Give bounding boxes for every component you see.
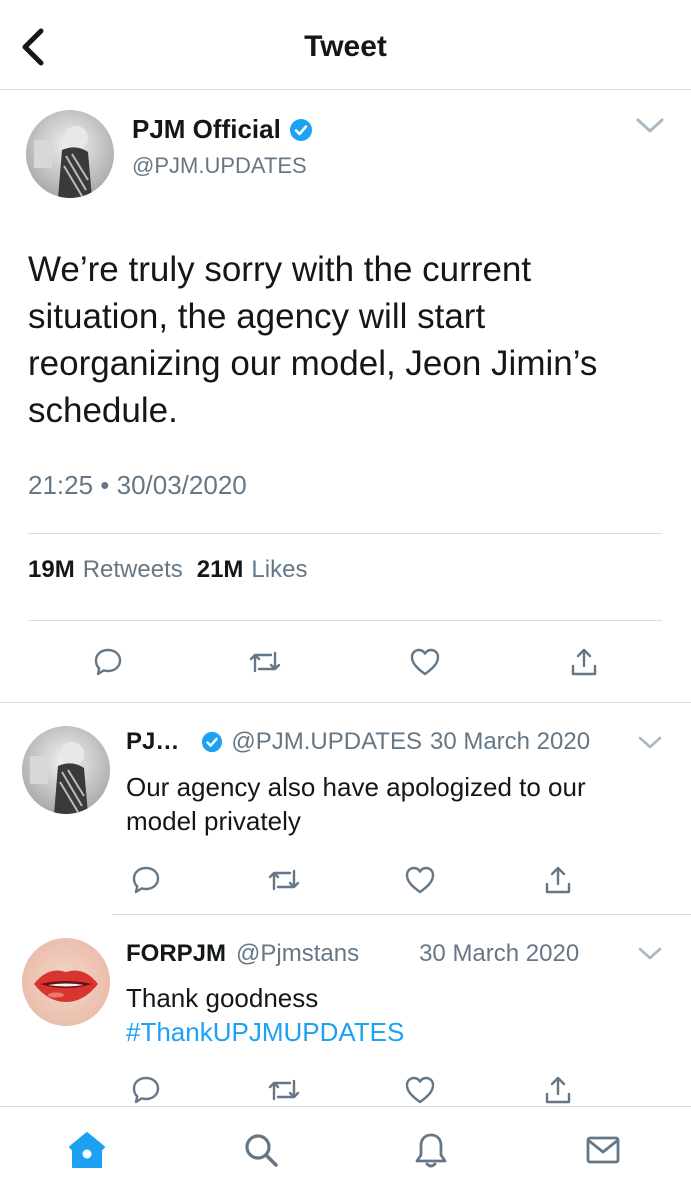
tab-home[interactable] — [62, 1125, 112, 1175]
top-bar: Tweet — [0, 0, 691, 90]
chevron-down-icon — [638, 736, 662, 749]
likes-count: 21M — [196, 556, 244, 583]
share-button[interactable] — [538, 1070, 578, 1110]
like-button[interactable] — [400, 860, 440, 900]
reply-icon — [94, 648, 122, 676]
mail-icon — [586, 1136, 620, 1164]
verified-badge-icon — [289, 118, 312, 141]
reply-divider — [112, 914, 691, 915]
reply-avatar[interactable] — [22, 938, 110, 1026]
divider — [28, 533, 662, 534]
reply-display-name[interactable]: FORPJM — [126, 940, 226, 968]
like-button[interactable] — [405, 642, 445, 682]
reply-options-button[interactable] — [636, 943, 664, 965]
retweet-icon — [268, 1079, 300, 1101]
reply-icon — [132, 866, 160, 894]
reply-button[interactable] — [126, 1070, 166, 1110]
page-title: Tweet — [304, 30, 387, 63]
reply-options-button[interactable] — [636, 732, 664, 754]
home-icon — [69, 1132, 105, 1168]
retweets-link[interactable]: Retweets — [83, 556, 183, 584]
reply-handle[interactable]: @Pjmstans — [236, 940, 359, 968]
bell-icon — [415, 1133, 447, 1168]
reply-handle[interactable]: @PJM.UPDATES — [231, 728, 422, 756]
reply-header: PJ… @PJM.UPDATES 30 March 2020 — [126, 728, 590, 756]
tab-search[interactable] — [236, 1125, 286, 1175]
author-handle[interactable]: @PJM.UPDATES — [132, 153, 307, 179]
hashtag-link[interactable]: #ThankUPJMUPDATES — [126, 1015, 646, 1049]
retweet-button[interactable] — [264, 860, 304, 900]
author-name[interactable]: PJM Official — [132, 114, 313, 145]
author-display-name: PJM Official — [132, 114, 281, 144]
retweet-icon — [249, 651, 281, 673]
retweets-count: 19M — [28, 556, 75, 583]
share-button[interactable] — [564, 642, 604, 682]
reply-button[interactable] — [126, 860, 166, 900]
reply-header: FORPJM @Pjmstans 30 March 2020 — [126, 940, 579, 968]
reply-avatar[interactable] — [22, 726, 110, 814]
tweet-options-button[interactable] — [634, 112, 666, 140]
tweet-text: We’re truly sorry with the current situa… — [28, 250, 598, 430]
share-icon — [571, 648, 597, 676]
retweet-icon — [268, 869, 300, 891]
section-divider — [0, 702, 691, 703]
reply-display-name[interactable]: PJ… — [126, 728, 179, 756]
divider — [28, 620, 662, 621]
share-button[interactable] — [538, 860, 578, 900]
retweet-button[interactable] — [264, 1070, 304, 1110]
tab-messages[interactable] — [578, 1125, 628, 1175]
share-icon — [545, 1076, 571, 1104]
reply-icon — [132, 1076, 160, 1104]
search-icon — [245, 1134, 278, 1167]
like-button[interactable] — [400, 1070, 440, 1110]
heart-icon — [405, 1076, 435, 1104]
reply-date: 30 March 2020 — [419, 940, 580, 967]
author-avatar[interactable] — [26, 110, 114, 198]
reply-text-body: Thank goodness — [126, 983, 319, 1013]
retweet-button[interactable] — [245, 642, 285, 682]
tab-notifications[interactable] — [406, 1125, 456, 1175]
reply-text: Our agency also have apologized to our m… — [126, 772, 586, 836]
likes-link[interactable]: Likes — [251, 556, 307, 584]
bottom-tab-bar — [0, 1106, 691, 1200]
heart-icon — [410, 648, 440, 676]
share-icon — [545, 866, 571, 894]
chevron-down-icon — [638, 947, 662, 960]
chevron-down-icon — [636, 118, 664, 133]
tweet-timestamp: 21:25 • 30/03/2020 — [28, 470, 247, 500]
reply-text: Thank goodness #ThankUPJMUPDATES — [126, 981, 646, 1049]
verified-badge-icon — [202, 731, 223, 753]
reply-date: 30 March 2020 — [429, 728, 591, 755]
reply-button[interactable] — [88, 642, 128, 682]
tweet-stats: 19M Retweets 21M Likes — [28, 556, 313, 584]
heart-icon — [405, 866, 435, 894]
